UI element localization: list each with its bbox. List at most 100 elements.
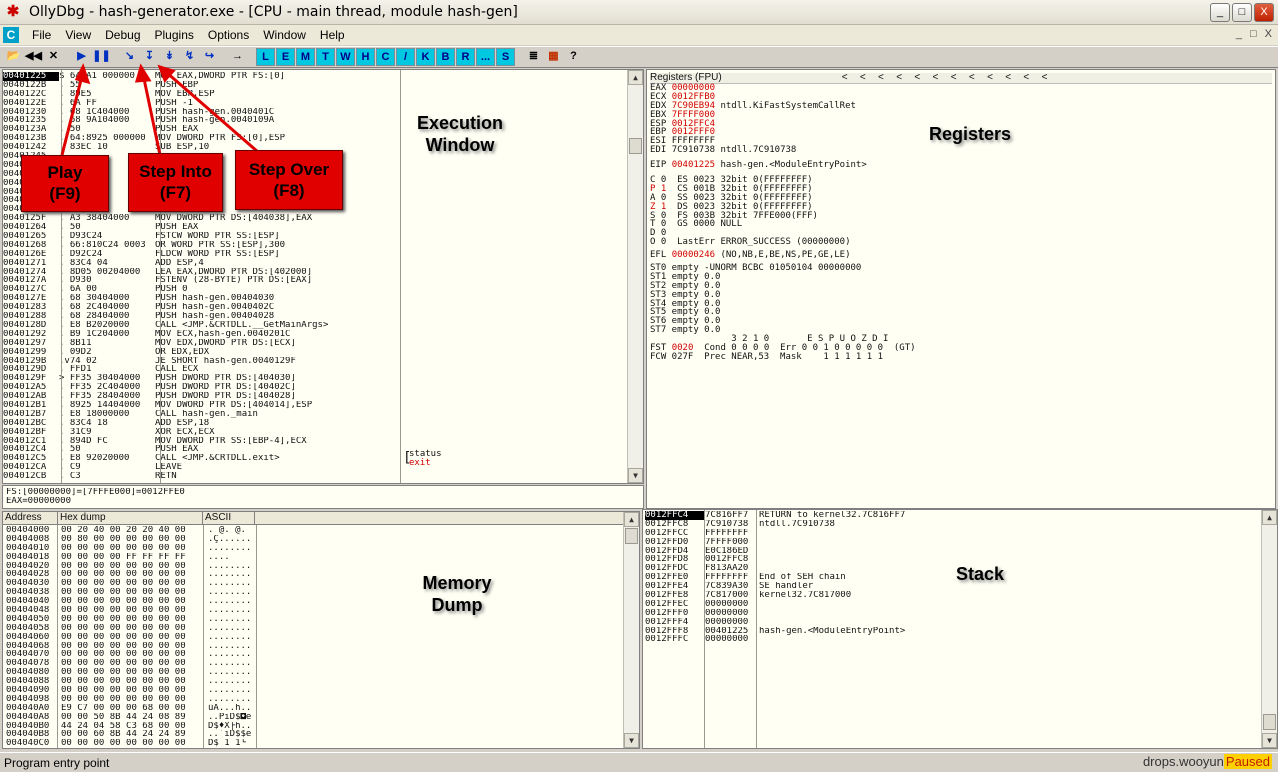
pause-button[interactable]: ❚❚ <box>92 48 111 66</box>
stack-row[interactable]: 0012FFC4 7C816FF7 RETURN to kernel32.7C816… <box>645 511 1277 520</box>
breakpoints-button[interactable]: B <box>436 48 455 66</box>
dump-row[interactable]: 00404038 00 00 00 00 00 00 00 00........ <box>6 588 639 597</box>
log-window-button[interactable]: L <box>256 48 275 66</box>
dump-row[interactable]: 00404048 00 00 00 00 00 00 00 00........ <box>6 606 639 615</box>
disassembly-pane[interactable]: 00401225 $ 64:A1 000000 MOV EAX,DWORD PTR … <box>2 69 644 484</box>
disasm-row[interactable]: 004012C1 . 894D FC MOV DWORD PTR SS:[EBP-4… <box>3 437 643 446</box>
minimize-button[interactable]: _ <box>1210 3 1230 22</box>
close-button[interactable]: X <box>1254 3 1274 22</box>
disasm-row[interactable]: 0040129B .v74 02 JE SHORT hash-gen.0040129… <box>3 357 643 366</box>
open-icon[interactable]: 📂 <box>4 48 23 66</box>
mdi-restore-button[interactable]: □ <box>1250 28 1257 40</box>
stack-pane[interactable]: 0012FFC4 7C816FF7 RETURN to kernel32.7C816… <box>642 509 1278 749</box>
stack-row[interactable]: 0012FFC8 7C910738 ntdll.7C910738 <box>645 520 1277 529</box>
disasm-row[interactable]: 004012B1 . 8925 14404000 MOV DWORD PTR DS:… <box>3 401 643 410</box>
disasm-row[interactable]: 00401274 . 8D05 00204000 LEA EAX,DWORD PTR… <box>3 268 643 277</box>
disasm-row[interactable]: 004012AB . FF35 28404000 PUSH DWORD PTR DS… <box>3 392 643 401</box>
executable-modules-button[interactable]: E <box>276 48 295 66</box>
scroll-down-arrow[interactable]: ▼ <box>628 468 643 483</box>
windows-button[interactable]: W <box>336 48 355 66</box>
disasm-row[interactable]: 00401297 . 8B11 MOV EDX,DWORD PTR DS:[ECX] <box>3 339 643 348</box>
stack-scroll-thumb[interactable] <box>1263 714 1276 730</box>
appearance-icon[interactable]: ▦ <box>544 48 563 66</box>
dump-row[interactable]: 004040A8 00 00 50 8B 44 24 08 89 ..PïD$◘ë <box>6 713 639 722</box>
list-icon[interactable]: ≣ <box>524 48 543 66</box>
disasm-row[interactable]: 00401265 . D93C24 FSTCW WORD PTR SS:[ESP] <box>3 232 643 241</box>
menu-window[interactable]: Window <box>256 28 313 42</box>
disasm-row[interactable]: 0040127C. 6A 00 PUSH 0 <box>3 285 643 294</box>
menu-help[interactable]: Help <box>313 28 352 42</box>
call-stack-button[interactable]: K <box>416 48 435 66</box>
step-over-button[interactable]: ↧ <box>140 48 159 66</box>
dump-row[interactable]: 00404078 00 00 00 00 00 00 00 00........ <box>6 659 639 668</box>
disasm-row[interactable]: 0040122E. 6A FF PUSH -1 <box>3 99 643 108</box>
stack-row[interactable]: 0012FFF8 00401225 hash-gen.<ModuleEntryPoi… <box>645 627 1277 636</box>
stack-row[interactable]: 0012FFCC FFFFFFFF <box>645 529 1277 538</box>
disasm-row[interactable]: 0040128D . E8 B2020000 CALL <JMP.&CRTDLL._… <box>3 321 643 330</box>
dump-row[interactable]: 00404010 00 00 00 00 00 00 00 00........ <box>6 544 639 553</box>
cpu-button[interactable]: C <box>376 48 395 66</box>
stack-row[interactable]: 0012FFFC 00000000 <box>645 635 1277 644</box>
stack-scroll-down-arrow[interactable]: ▼ <box>1262 733 1277 748</box>
execute-till-return-button[interactable]: ↪ <box>200 48 219 66</box>
menu-plugins[interactable]: Plugins <box>148 28 201 42</box>
dump-header-address[interactable]: Address <box>3 512 58 524</box>
restart-icon[interactable]: ◀◀ <box>24 48 43 66</box>
memory-dump-pane[interactable]: Address Hex dump ASCII 00404000 00 20 40 … <box>2 511 640 749</box>
stack-row[interactable]: 0012FFF4 00000000 <box>645 618 1277 627</box>
disasm-row[interactable]: 00401264 . 50 PUSH EAX <box>3 223 643 232</box>
help-icon[interactable]: ? <box>564 48 583 66</box>
trace-into-button[interactable]: ↡ <box>160 48 179 66</box>
dump-row[interactable]: 00404098 00 00 00 00 00 00 00 00........ <box>6 695 639 704</box>
mdi-close-button[interactable]: X <box>1265 28 1272 40</box>
stack-row[interactable]: 0012FFD0 7FFFF000 <box>645 538 1277 547</box>
dump-scroll-up-arrow[interactable]: ▲ <box>624 512 639 527</box>
stack-row[interactable]: 0012FFF0 00000000 <box>645 609 1277 618</box>
memory-map-button[interactable]: M <box>296 48 315 66</box>
disasm-row[interactable]: 0040127A . D930 FSTENV (28-BYTE) PTR DS:[E… <box>3 276 643 285</box>
patches-button[interactable]: / <box>396 48 415 66</box>
menu-options[interactable]: Options <box>201 28 256 42</box>
dump-row[interactable]: 00404000 00 20 40 00 20 20 40 00 . @. @. <box>6 526 639 535</box>
disasm-row[interactable]: 0040122B . 55 PUSH EBP <box>3 81 643 90</box>
dump-row[interactable]: 00404058 00 00 00 00 00 00 00 00........ <box>6 624 639 633</box>
dump-row[interactable]: 004040A0 E9 C7 00 00 00 68 00 00 ûÃ...h.. <box>6 704 639 713</box>
disasm-row[interactable]: 004012B7 . E8 18000000 CALL hash-gen._main <box>3 410 643 419</box>
play-button[interactable]: ▶ <box>72 48 91 66</box>
disasm-row[interactable]: 004012BC . 83C4 18 ADD ESP,18 <box>3 419 643 428</box>
dump-row[interactable]: 00404060 00 00 00 00 00 00 00 00........ <box>6 633 639 642</box>
stack-row[interactable]: 0012FFEC 00000000 <box>645 600 1277 609</box>
menu-view[interactable]: View <box>58 28 98 42</box>
scroll-up-arrow[interactable]: ▲ <box>628 70 643 85</box>
dump-row[interactable]: 00404030 00 00 00 00 00 00 00 00........ <box>6 579 639 588</box>
dump-header-hex[interactable]: Hex dump <box>58 512 203 524</box>
dump-row[interactable]: 004040C0 00 00 00 00 00 00 00 00 D$ 1 1└ <box>6 739 639 748</box>
stack-scroll-up-arrow[interactable]: ▲ <box>1262 510 1277 525</box>
dump-row[interactable]: 004040B8 00 00 60 8B 44 24 24 89 ..`ïD$$ë <box>6 730 639 739</box>
dump-row[interactable]: 00404080 00 00 00 00 00 00 00 00........ <box>6 668 639 677</box>
stack-row[interactable]: 0012FFE8 7C817000 kernel32.7C817000 <box>645 591 1277 600</box>
dump-row[interactable]: 00404070 00 00 00 00 00 00 00 00........ <box>6 650 639 659</box>
stack-scrollbar[interactable]: ▲ ▼ <box>1261 510 1277 748</box>
scroll-thumb[interactable] <box>629 138 642 154</box>
menu-file[interactable]: File <box>25 28 58 42</box>
disasm-row[interactable]: 00401288 . 68 28404000 PUSH hash-gen.00404… <box>3 312 643 321</box>
disasm-row[interactable]: 0040122C . 89E5 MOV EBP,ESP <box>3 90 643 99</box>
disasm-row[interactable]: 0040129D . FFD1 CALL ECX <box>3 365 643 374</box>
dump-row[interactable]: 004040B0 44 24 04 58 C3 68 00 00 D$♦X├h.. <box>6 722 639 731</box>
disasm-row[interactable]: 00401283 . 68 2C404000 PUSH hash-gen.00404… <box>3 303 643 312</box>
handles-button[interactable]: H <box>356 48 375 66</box>
dump-row[interactable]: 00404040 00 00 00 00 00 00 00 00........ <box>6 597 639 606</box>
dump-row[interactable]: 00404088 00 00 00 00 00 00 00 00........ <box>6 677 639 686</box>
stack-row[interactable]: 0012FFD4 E0C186ED <box>645 547 1277 556</box>
disasm-row[interactable]: 0040125F . A3 38404000 MOV DWORD PTR DS:[4… <box>3 214 643 223</box>
disasm-row[interactable]: 00401230 . 68 1C404000 PUSH hash-gen.00404… <box>3 108 643 117</box>
run-trace-button[interactable]: ... <box>476 48 495 66</box>
disasm-row[interactable]: 0040129F > FF35 30404000 PUSH DWORD PTR DS… <box>3 374 643 383</box>
register-nav-arrows[interactable]: < < < < < < < < < < < < <box>842 73 1049 83</box>
disassembly-scrollbar[interactable]: ▲ ▼ <box>627 70 643 483</box>
disasm-row[interactable]: 0040126E . D92C24 FLDCW WORD PTR SS:[ESP] <box>3 250 643 259</box>
mdi-minimize-button[interactable]: _ <box>1236 28 1242 40</box>
terminate-icon[interactable]: ✕ <box>44 48 63 66</box>
threads-button[interactable]: T <box>316 48 335 66</box>
